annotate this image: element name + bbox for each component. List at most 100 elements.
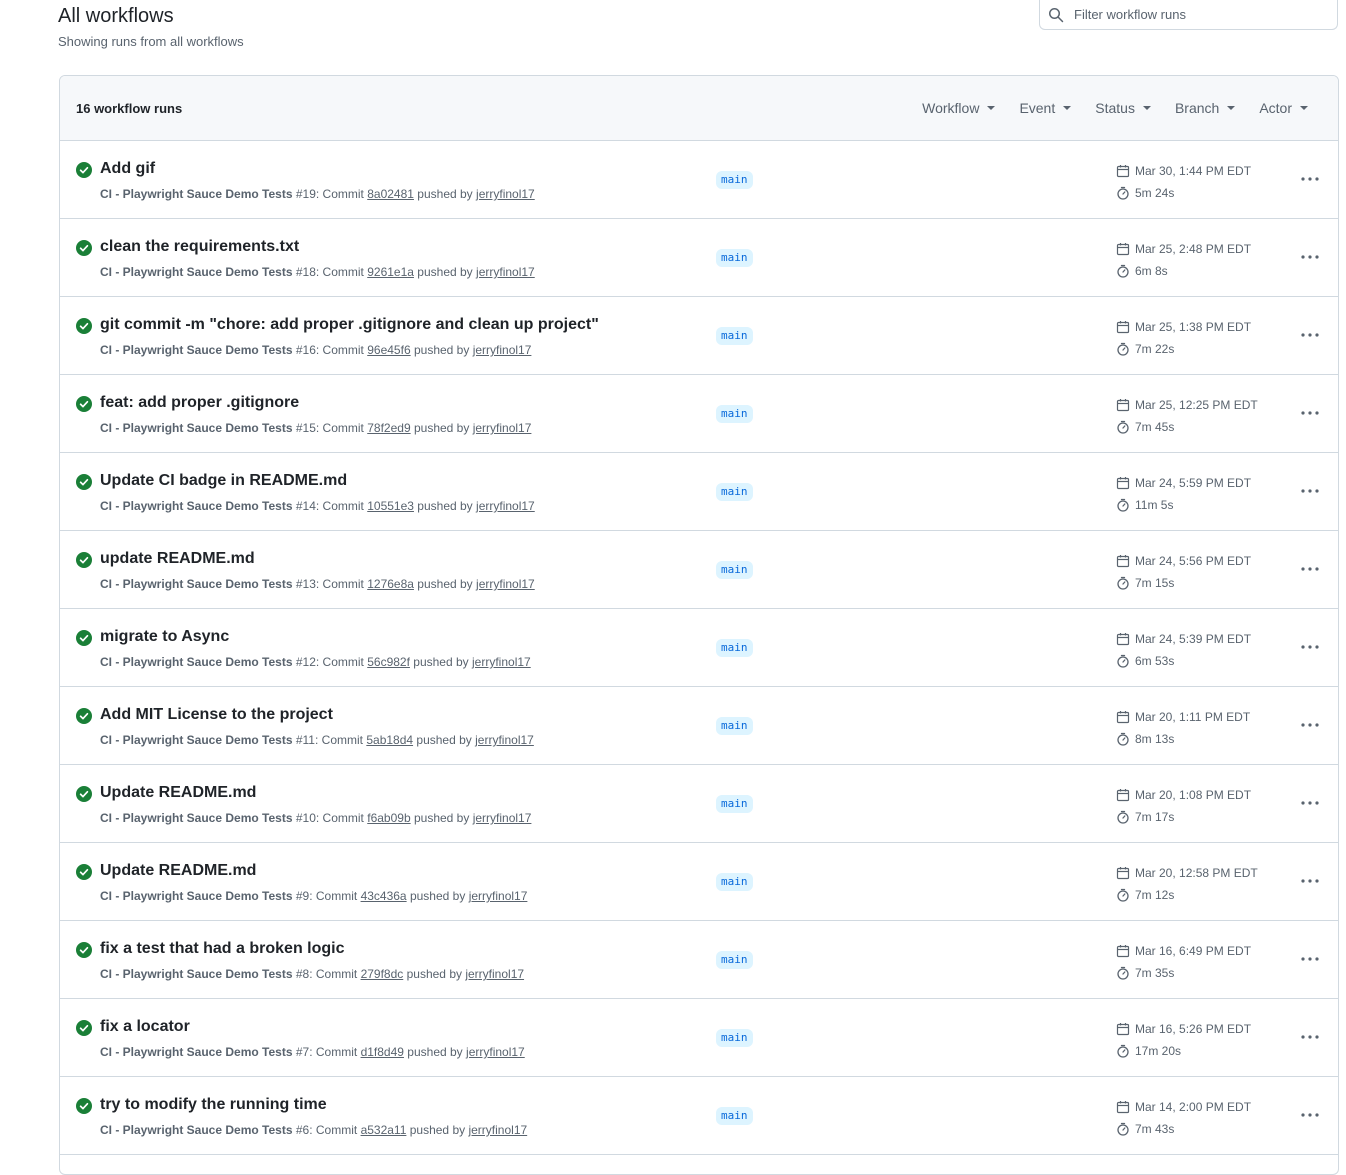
run-number: #8 (295, 967, 310, 981)
workflow-run-row[interactable]: Update README.md CI - Playwright Sauce D… (60, 843, 1338, 921)
workflow-run-row[interactable]: migrate to Async CI - Playwright Sauce D… (60, 609, 1338, 687)
branch-badge[interactable]: main (716, 1029, 753, 1047)
branch-badge[interactable]: main (716, 171, 753, 189)
commit-sha-link[interactable]: a532a11 (361, 1123, 407, 1137)
commit-sha-link[interactable]: d1f8d49 (361, 1045, 404, 1059)
pushed-by-word: pushed by (417, 577, 473, 591)
run-title-link[interactable]: Update CI badge in README.md (100, 472, 347, 490)
branch-badge[interactable]: main (716, 249, 753, 267)
commit-sha-link[interactable]: f6ab09b (367, 811, 410, 825)
actor-link[interactable]: jerryfinol17 (473, 343, 532, 357)
branch-badge[interactable]: main (716, 873, 753, 891)
stopwatch-icon (1117, 810, 1129, 824)
branch-badge[interactable]: main (716, 327, 753, 345)
commit-sha-link[interactable]: 56c982f (367, 655, 410, 669)
workflow-run-row[interactable]: feat: add proper .gitignore CI - Playwri… (60, 375, 1338, 453)
run-title-link[interactable]: Update README.md (100, 784, 256, 802)
more-options-button[interactable] (1294, 947, 1326, 971)
actor-link[interactable]: jerryfinol17 (465, 967, 524, 981)
branch-badge[interactable]: main (716, 1107, 753, 1125)
commit-word: Commit (315, 1123, 358, 1137)
actor-link[interactable]: jerryfinol17 (469, 889, 528, 903)
workflow-run-row[interactable]: Add gif CI - Playwright Sauce Demo Tests… (60, 141, 1338, 219)
branch-badge[interactable]: main (716, 951, 753, 969)
workflow-run-row[interactable]: Update CI badge in README.md CI - Playwr… (60, 453, 1338, 531)
run-title-link[interactable]: fix a test that had a broken logic (100, 940, 345, 958)
kebab-horizontal-icon (1301, 723, 1319, 727)
filter-label: Status (1095, 100, 1135, 116)
more-options-button[interactable] (1294, 869, 1326, 893)
more-options-button[interactable] (1294, 401, 1326, 425)
run-title-link[interactable]: update README.md (100, 550, 255, 568)
commit-sha-link[interactable]: 96e45f6 (367, 343, 410, 357)
filter-runs-search[interactable] (1039, 0, 1338, 30)
branch-badge[interactable]: main (716, 639, 753, 657)
actor-link[interactable]: jerryfinol17 (472, 655, 531, 669)
run-title-link[interactable]: Update README.md (100, 862, 256, 880)
more-options-button[interactable] (1294, 479, 1326, 503)
more-options-button[interactable] (1294, 323, 1326, 347)
filter-branch[interactable]: Branch (1163, 100, 1247, 116)
actor-link[interactable]: jerryfinol17 (473, 811, 532, 825)
more-options-button[interactable] (1294, 713, 1326, 737)
workflow-run-row[interactable]: update README.md CI - Playwright Sauce D… (60, 531, 1338, 609)
more-options-button[interactable] (1294, 1025, 1326, 1049)
run-number: #18 (295, 265, 316, 279)
commit-sha-link[interactable]: 10551e3 (367, 499, 414, 513)
commit-sha-link[interactable]: 5ab18d4 (366, 733, 413, 747)
filter-actor[interactable]: Actor (1247, 100, 1322, 116)
search-input[interactable] (1072, 6, 1312, 23)
commit-sha-link[interactable]: 78f2ed9 (367, 421, 410, 435)
commit-sha-link[interactable]: 9261e1a (367, 265, 414, 279)
more-options-button[interactable] (1294, 245, 1326, 269)
branch-badge[interactable]: main (716, 483, 753, 501)
calendar-icon (1116, 477, 1130, 490)
actor-link[interactable]: jerryfinol17 (476, 187, 535, 201)
actor-link[interactable]: jerryfinol17 (476, 577, 535, 591)
run-title-link[interactable]: feat: add proper .gitignore (100, 394, 299, 412)
run-title-link[interactable]: git commit -m "chore: add proper .gitign… (100, 316, 599, 334)
run-title-link[interactable]: Add MIT License to the project (100, 706, 333, 724)
branch-badge[interactable]: main (716, 717, 753, 735)
run-title-link[interactable]: clean the requirements.txt (100, 238, 299, 256)
more-options-button[interactable] (1294, 557, 1326, 581)
branch-badge[interactable]: main (716, 561, 753, 579)
filter-workflow[interactable]: Workflow (910, 100, 1007, 116)
more-options-button[interactable] (1294, 791, 1326, 815)
commit-sha-link[interactable]: 1276e8a (367, 577, 414, 591)
actor-link[interactable]: jerryfinol17 (466, 1045, 525, 1059)
workflow-name: CI - Playwright Sauce Demo Tests (100, 655, 293, 669)
run-number: #12 (295, 655, 316, 669)
run-title-link[interactable]: fix a locator (100, 1018, 190, 1036)
actor-link[interactable]: jerryfinol17 (475, 733, 534, 747)
commit-sha-link[interactable]: 8a02481 (367, 187, 414, 201)
run-title-link[interactable]: migrate to Async (100, 628, 229, 646)
commit-sha-link[interactable]: 43c436a (361, 889, 407, 903)
calendar-icon (1116, 867, 1130, 880)
branch-badge[interactable]: main (716, 405, 753, 423)
commit-sha-link[interactable]: 279f8dc (361, 967, 404, 981)
actor-link[interactable]: jerryfinol17 (473, 421, 532, 435)
workflow-run-row[interactable]: fix a test that had a broken logic CI - … (60, 921, 1338, 999)
run-title-link[interactable]: Add gif (100, 160, 155, 178)
actor-link[interactable]: jerryfinol17 (476, 499, 535, 513)
more-options-button[interactable] (1294, 635, 1326, 659)
branch-badge[interactable]: main (716, 795, 753, 813)
filter-status[interactable]: Status (1083, 100, 1163, 116)
run-duration: 7m 22s (1135, 342, 1175, 356)
workflow-run-row[interactable]: Add MIT License to the project CI - Play… (60, 687, 1338, 765)
workflow-name: CI - Playwright Sauce Demo Tests (100, 889, 293, 903)
more-options-button[interactable] (1294, 1103, 1326, 1127)
workflow-run-row[interactable]: git commit -m "chore: add proper .gitign… (60, 297, 1338, 375)
workflow-run-row[interactable]: Update README.md CI - Playwright Sauce D… (60, 765, 1338, 843)
run-date: Mar 25, 12:25 PM EDT (1135, 398, 1258, 412)
workflow-run-row[interactable]: clean the requirements.txt CI - Playwrig… (60, 219, 1338, 297)
run-title-link[interactable]: try to modify the running time (100, 1096, 327, 1114)
actor-link[interactable]: jerryfinol17 (468, 1123, 527, 1137)
run-duration: 17m 20s (1135, 1044, 1182, 1058)
more-options-button[interactable] (1294, 167, 1326, 191)
workflow-run-row[interactable]: fix a locator CI - Playwright Sauce Demo… (60, 999, 1338, 1077)
workflow-run-row[interactable]: try to modify the running time CI - Play… (60, 1077, 1338, 1155)
actor-link[interactable]: jerryfinol17 (476, 265, 535, 279)
filter-event[interactable]: Event (1007, 100, 1083, 116)
